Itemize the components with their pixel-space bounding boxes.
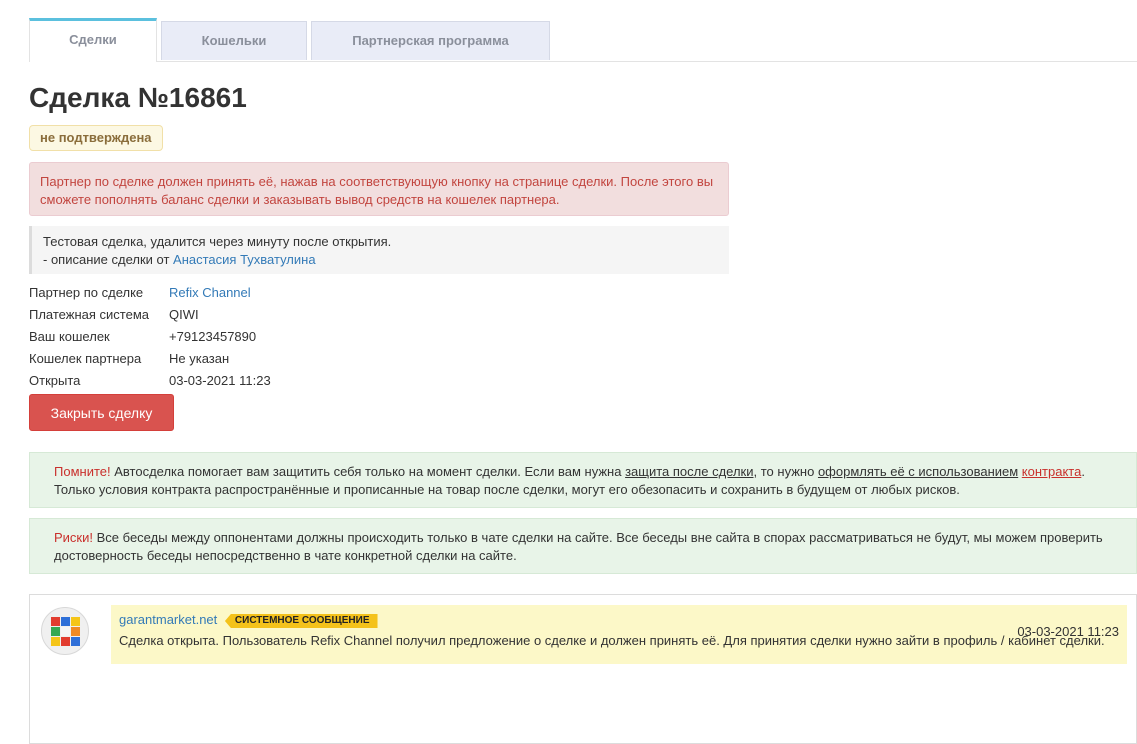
description-author-line: - описание сделки от Анастасия Тухватули…: [43, 251, 718, 269]
author-prefix: - описание сделки от: [43, 252, 170, 267]
message-author-link[interactable]: garantmarket.net: [119, 612, 217, 627]
close-deal-button[interactable]: Закрыть сделку: [29, 394, 174, 431]
notice-text: Автосделка помогает вам защитить себя то…: [114, 464, 622, 479]
notice-text: Только условия контракта распространённы…: [54, 482, 960, 497]
message-timestamp: 03-03-2021 11:23: [1017, 624, 1119, 639]
status-badge: не подтверждена: [29, 125, 163, 151]
tab-affiliate-program[interactable]: Партнерская программа: [311, 21, 550, 60]
rubik-cube-icon: [51, 617, 80, 646]
notice-text: , то нужно: [753, 464, 815, 479]
info-value: 03-03-2021 11:23: [169, 373, 271, 388]
info-value: Не указан: [169, 351, 230, 366]
info-label: Ваш кошелек: [29, 329, 110, 344]
protection-after-deal-link[interactable]: защита после сделки: [625, 464, 753, 479]
notice-text: .: [1081, 464, 1085, 479]
system-message-badge: СИСТЕМНОЕ СООБЩЕНИЕ: [224, 614, 378, 628]
tab-wallets[interactable]: Кошельки: [161, 21, 307, 60]
risks-notice: Риски! Все беседы между оппонентами долж…: [29, 518, 1137, 574]
partner-warning-alert: Партнер по сделке должен принять её, наж…: [29, 162, 729, 216]
info-label: Партнер по сделке: [29, 285, 144, 300]
contract-usage-link[interactable]: оформлять её с использованием: [818, 464, 1018, 479]
partner-link[interactable]: Refix Channel: [169, 284, 251, 302]
main-tabs: Сделки Кошельки Партнерская программа: [29, 18, 1137, 62]
info-label: Открыта: [29, 373, 81, 388]
notice-text: Все беседы между оппонентами должны прои…: [54, 530, 1103, 563]
deal-chat: garantmarket.net СИСТЕМНОЕ СООБЩЕНИЕ 03-…: [29, 594, 1137, 744]
avatar: [41, 607, 89, 655]
contract-link[interactable]: контракта: [1022, 464, 1082, 479]
description-author-link[interactable]: Анастасия Тухватулина: [173, 252, 316, 267]
info-value: +79123457890: [169, 329, 257, 344]
notice-lead: Помните!: [54, 464, 111, 479]
chat-message: garantmarket.net СИСТЕМНОЕ СООБЩЕНИЕ 03-…: [111, 605, 1127, 664]
info-label: Кошелек партнера: [29, 351, 142, 366]
tab-deals[interactable]: Сделки: [29, 18, 157, 62]
info-value: QIWI: [169, 307, 199, 322]
deal-description: Тестовая сделка, удалится через минуту п…: [29, 226, 729, 274]
info-label: Платежная система: [29, 307, 149, 322]
notice-lead: Риски!: [54, 530, 93, 545]
page-title: Сделка №16861: [29, 82, 247, 113]
remember-notice: Помните! Автосделка помогает вам защитит…: [29, 452, 1137, 508]
message-text: Сделка открыта. Пользователь Refix Chann…: [119, 633, 1105, 648]
description-text: Тестовая сделка, удалится через минуту п…: [43, 234, 392, 249]
